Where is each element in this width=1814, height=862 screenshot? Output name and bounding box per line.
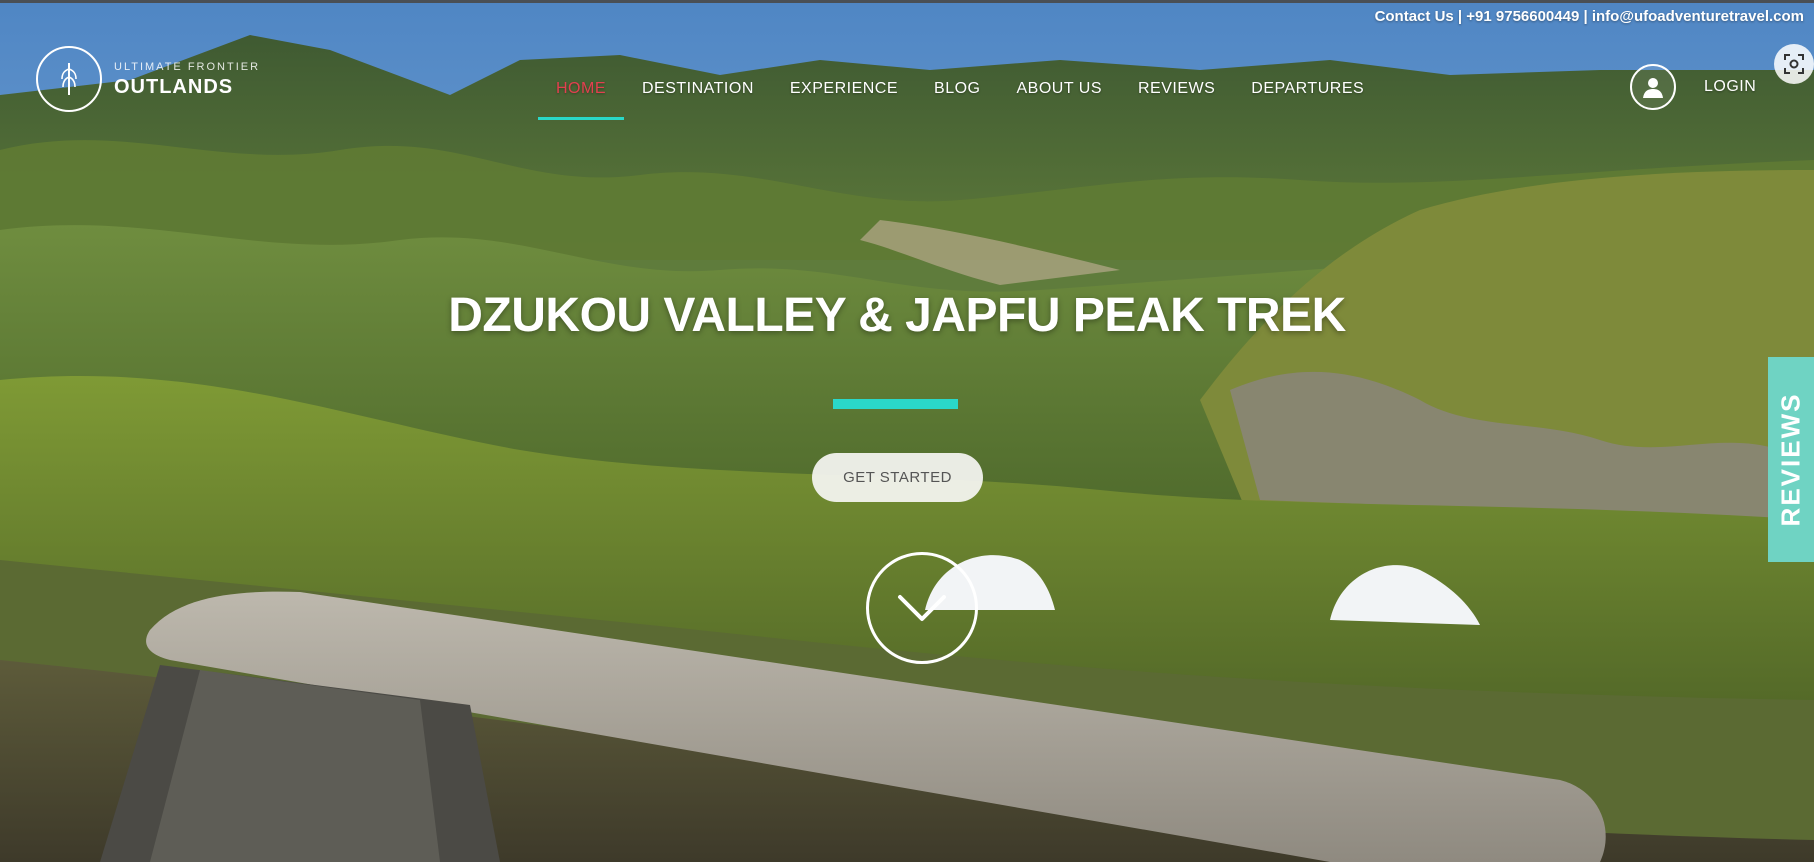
account-area: LOGIN bbox=[1630, 64, 1756, 110]
reviews-side-tab-label: REVIEWS bbox=[1775, 392, 1806, 527]
nav-destination[interactable]: DESTINATION bbox=[624, 76, 772, 120]
logo-emblem-icon bbox=[36, 46, 102, 112]
scroll-down-button[interactable] bbox=[866, 552, 978, 664]
main-nav: HOME DESTINATION EXPERIENCE BLOG ABOUT U… bbox=[538, 76, 1382, 120]
contact-info[interactable]: Contact Us | +91 9756600449 | info@ufoad… bbox=[1375, 8, 1804, 25]
hero-accent-bar bbox=[833, 399, 958, 409]
nav-reviews[interactable]: REVIEWS bbox=[1120, 76, 1233, 120]
screenshot-capture-icon[interactable] bbox=[1774, 44, 1814, 84]
chevron-down-icon bbox=[898, 595, 946, 621]
get-started-button[interactable]: GET STARTED bbox=[812, 453, 983, 502]
nav-departures[interactable]: DEPARTURES bbox=[1233, 76, 1382, 120]
reviews-side-tab[interactable]: REVIEWS bbox=[1768, 357, 1814, 562]
hero-title: DZUKOU VALLEY & JAPFU PEAK TREK bbox=[448, 289, 1346, 342]
hero-background-image bbox=[0, 0, 1814, 862]
hero-section bbox=[0, 0, 1814, 862]
nav-about-us[interactable]: ABOUT US bbox=[998, 76, 1120, 120]
nav-blog[interactable]: BLOG bbox=[916, 76, 998, 120]
top-strip bbox=[0, 0, 1814, 3]
site-logo[interactable]: ULTIMATE FRONTIER OUTLANDS bbox=[36, 46, 260, 112]
logo-tagline: ULTIMATE FRONTIER bbox=[114, 60, 261, 73]
login-link[interactable]: LOGIN bbox=[1704, 78, 1756, 96]
nav-experience[interactable]: EXPERIENCE bbox=[772, 76, 916, 120]
nav-home[interactable]: HOME bbox=[538, 76, 624, 120]
logo-name: OUTLANDS bbox=[114, 75, 234, 98]
user-icon[interactable] bbox=[1630, 64, 1676, 110]
